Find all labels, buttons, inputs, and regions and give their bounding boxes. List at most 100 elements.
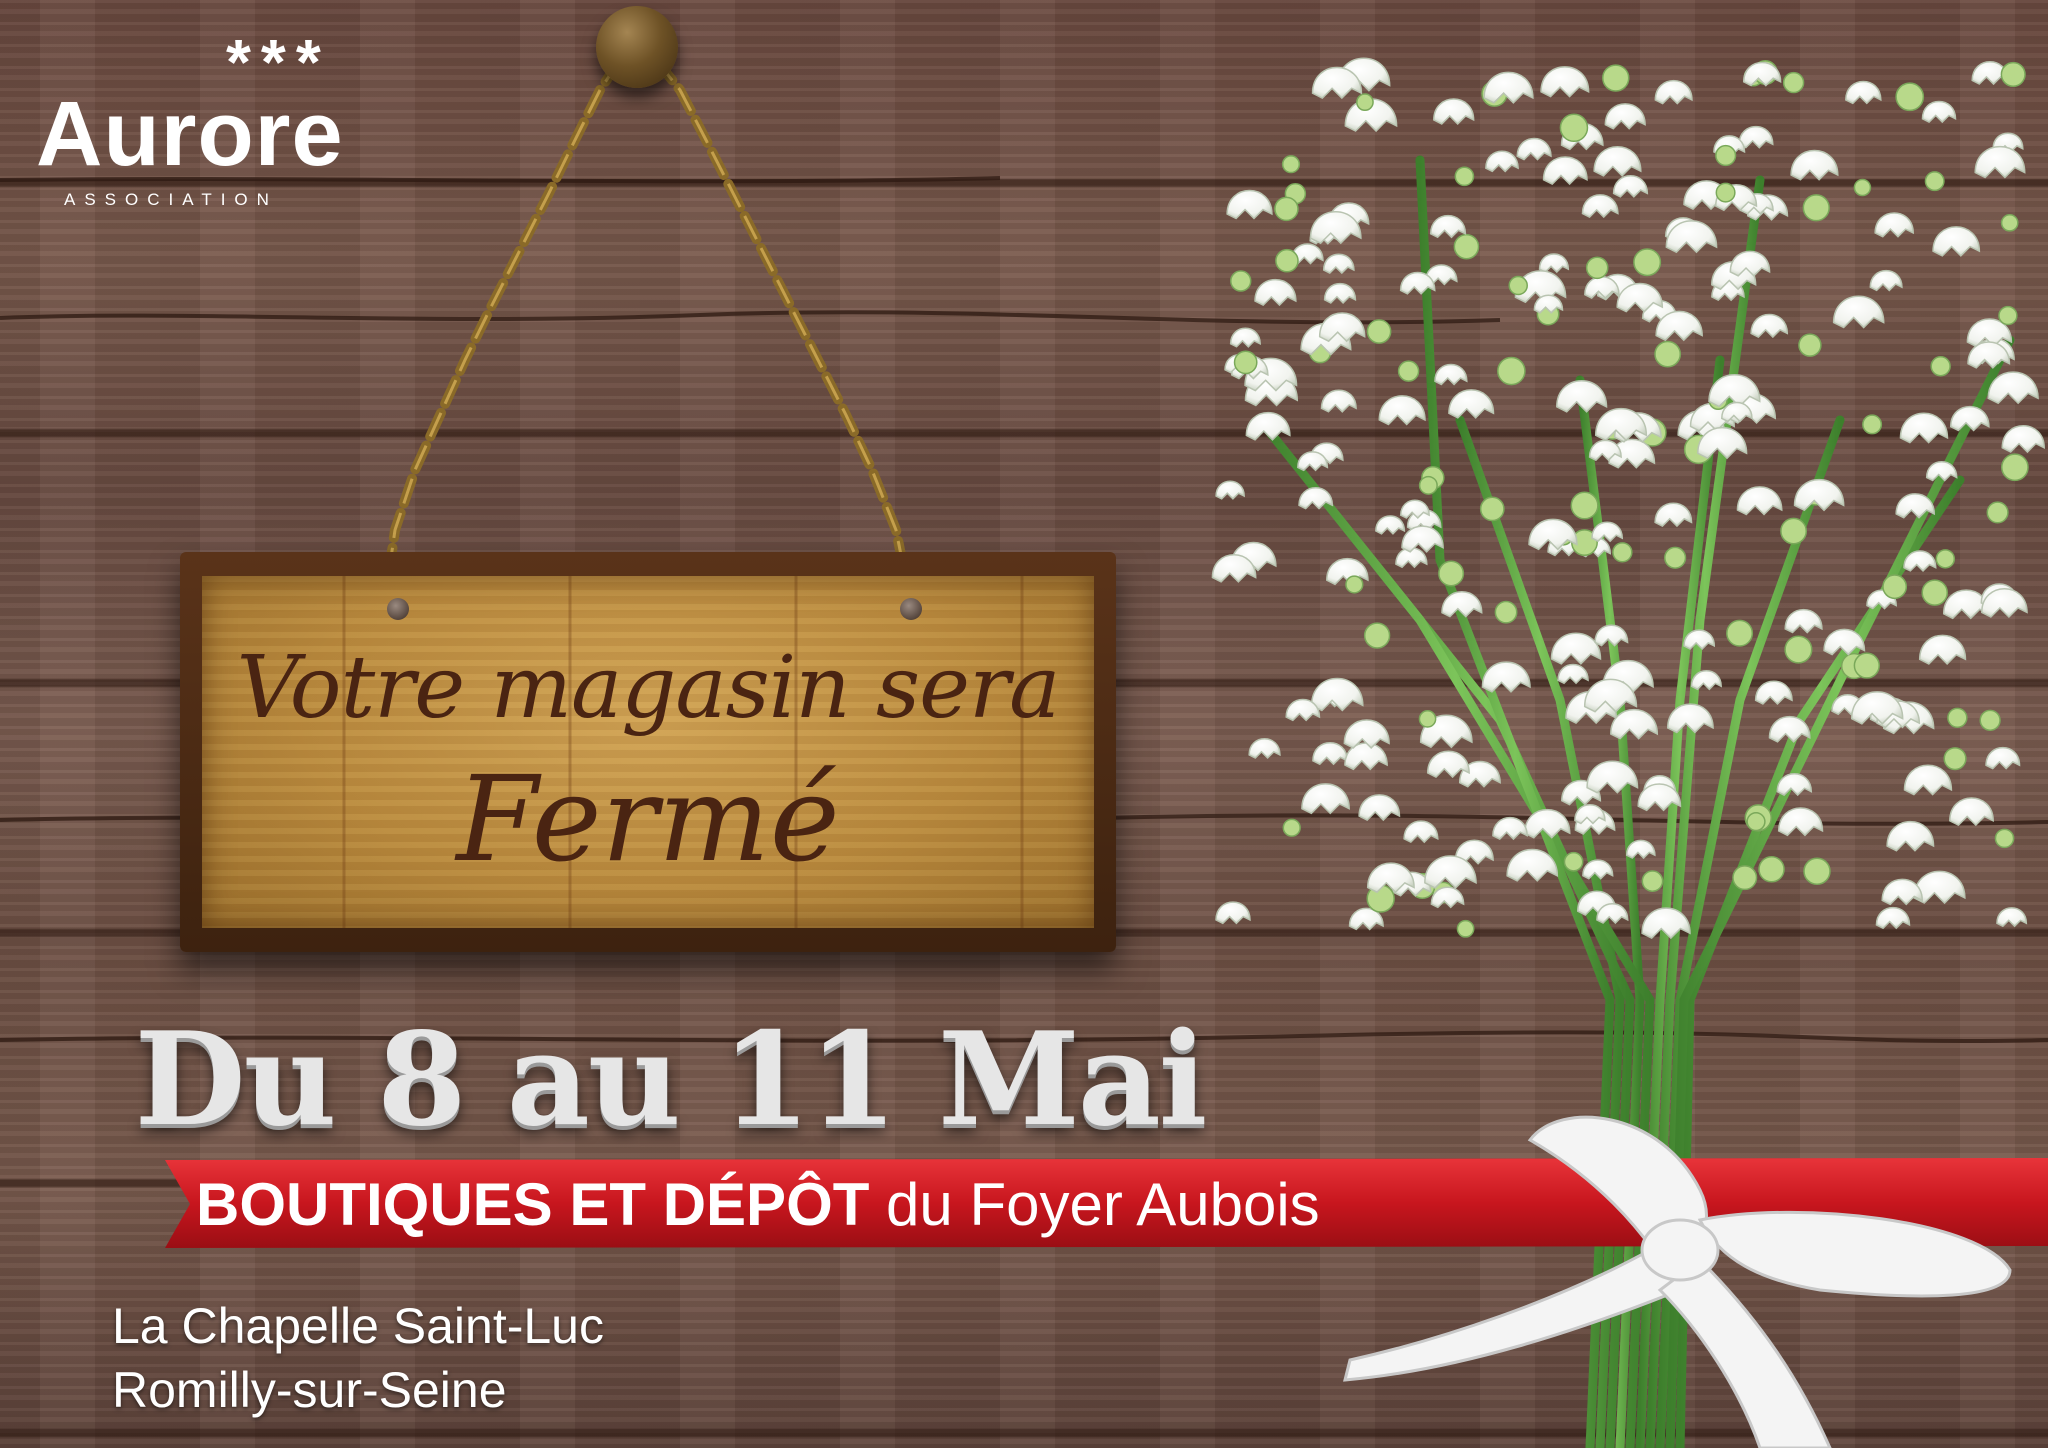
flower-bud [2000,61,2026,88]
flower-bud [1895,82,1925,112]
flower-bud [1726,619,1754,647]
flower-bud [1233,350,1258,375]
flower-bud [1282,818,1301,837]
flower-bud [1274,196,1299,222]
flower-bud [1664,546,1687,569]
poster: *** Aurore ASSOCIATION Votre magasin ser… [0,0,2048,1448]
flower-bud [1508,275,1528,296]
flower-bell [1654,502,1693,528]
flower-bell [1215,901,1251,925]
flower-bud [1746,812,1766,832]
flower-bell [1424,855,1477,890]
sign-line-1: Votre magasin sera [236,638,1061,738]
flower-bell [1448,389,1495,419]
flower-bud [1882,573,1908,600]
flower-bell [1343,719,1390,749]
flower-bell [1881,878,1924,906]
flower-bell [1754,680,1793,706]
flower-bud [1397,360,1420,382]
flower-bell [1540,66,1590,98]
flower-bud [1559,113,1589,143]
flower-bud [1853,178,1872,197]
flower-bell [1784,608,1823,634]
screw-icon [387,598,409,620]
flower-bell [1229,327,1261,348]
address-line-1: La Chapelle Saint-Luc [112,1298,604,1354]
address-line-2: Romilly-sur-Seine [112,1362,507,1418]
flower-bud [1454,166,1475,187]
flower-bell [1312,741,1349,766]
flower-bell [1226,189,1273,220]
flower-bell [1248,738,1281,760]
screw-icon [900,598,922,620]
flower-bell [1793,479,1845,512]
flower-bell [1738,126,1774,149]
flower-bell [1254,278,1297,307]
flower-bell [1433,98,1475,125]
flower-bud [1570,491,1599,520]
flower-bud [1802,193,1830,222]
flower-bell [1556,380,1608,413]
flower-bell [1666,703,1714,734]
flower-bud [1363,622,1391,649]
flower-bell [1942,589,1990,620]
flower-bud [1784,635,1813,664]
flower-bud [1418,710,1437,728]
flower-bud [1281,155,1301,174]
sign-board: Votre magasin sera Fermé [202,576,1094,928]
flower-bell [1485,150,1519,173]
flower-bud [1947,707,1968,729]
flower-bud [1641,870,1664,892]
flower-bell [1378,395,1426,426]
flower-bud [1585,256,1609,280]
flower-bell [1886,821,1935,852]
flower-bell [1875,907,1911,930]
flower-bud [1732,864,1758,891]
flower-bud [1418,475,1438,495]
flower-bud [2000,453,2029,482]
flower-bud [1438,560,1465,587]
flower-bell [1318,312,1366,343]
flower-bud [1782,71,1805,94]
flower-bud [1494,600,1518,624]
flower-bell [1320,389,1357,413]
flower-bell [1918,634,1967,665]
flower-bud [1612,542,1633,563]
flower-bell [1654,79,1693,105]
flower-bud [1979,709,2001,732]
flower-bell [1215,480,1245,500]
flower-bell [1524,809,1571,839]
flower-bell [1750,313,1789,339]
flower-bud [1366,319,1392,344]
flower-bell [1612,175,1649,198]
flower-bud [1780,517,1808,545]
flower-bell [1441,591,1483,618]
flower-bell [1921,100,1957,124]
flower-bud [1862,414,1883,435]
flower-bud [1633,247,1662,277]
flower-bell [1729,250,1771,277]
flower-bell [1322,253,1355,275]
flower-bell [1974,146,2026,179]
flower-bud [1758,855,1785,883]
flower-bud [2000,213,2019,232]
flower-bell [1429,214,1467,239]
flower-bell [1932,226,1981,257]
flower-bell [1736,486,1783,516]
flower-bell [1581,194,1619,219]
aurore-logo: *** Aurore ASSOCIATION [36,30,376,209]
flower-bud [1924,170,1945,192]
flower-bud [1602,64,1630,92]
closure-dates: Du 8 au 11 Mai [134,1005,1208,1155]
flower-bell [1869,270,1903,292]
flower-bud [1230,270,1252,292]
flower-bell [1375,515,1406,535]
flower-bell [2001,425,2045,454]
flower-bell [1903,764,1953,796]
flower-bell [1790,149,1839,181]
flower-bell [1516,137,1552,161]
flower-bell [1434,363,1468,386]
closed-sign: Votre magasin sera Fermé [180,552,1116,952]
flower-bell [1594,624,1629,647]
flower-bell [1550,632,1602,665]
